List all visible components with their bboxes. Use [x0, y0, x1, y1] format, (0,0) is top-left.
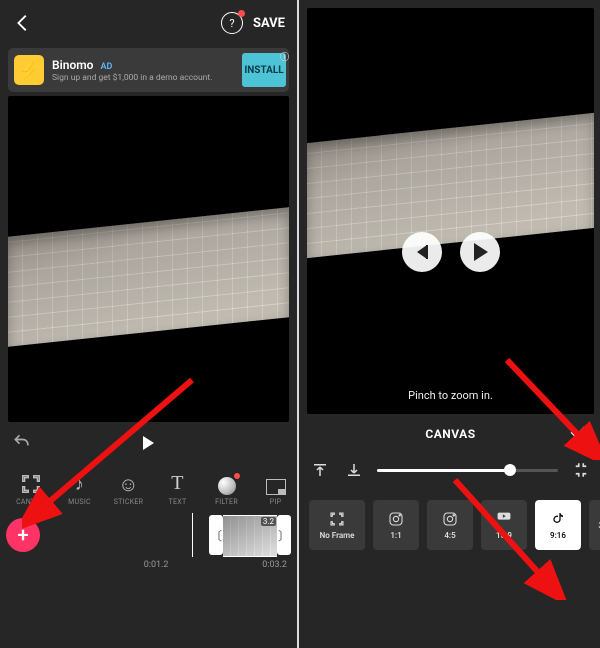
tool-sticker[interactable]: ☺ STICKER — [104, 473, 153, 506]
clip-duration-badge: 3.2 — [261, 517, 276, 526]
add-clip-button[interactable]: + — [6, 518, 40, 552]
save-button[interactable]: SAVE — [253, 16, 285, 31]
instagram-icon — [441, 510, 459, 528]
playback-row — [0, 428, 297, 458]
music-note-icon: ♪ — [69, 473, 91, 495]
previous-button[interactable] — [402, 232, 442, 272]
ad-tag: AD — [100, 62, 112, 72]
help-icon[interactable]: ? — [221, 12, 243, 34]
ratio-1-1[interactable]: 1:1 — [373, 500, 419, 550]
time-current: 0:01.2 — [144, 560, 169, 576]
tool-row: CANVAS ♪ MUSIC ☺ STICKER T TEXT FILTER P… — [0, 458, 297, 506]
tool-label: FILTER — [215, 498, 238, 506]
ratio-label: 1:1 — [390, 531, 401, 540]
tool-text[interactable]: T TEXT — [153, 472, 202, 506]
smiley-icon: ☺ — [118, 473, 140, 495]
play-icon — [474, 243, 488, 261]
aspect-ratio-row: No Frame 1:1 4:5 16:9 — [299, 496, 600, 554]
ad-banner[interactable]: ⚡ Binomo AD Sign up and get $1,000 in a … — [8, 48, 289, 92]
tool-label: MUSIC — [68, 498, 91, 506]
align-top-icon[interactable] — [309, 459, 331, 481]
tool-label: CANVAS — [16, 498, 45, 506]
ad-text: Binomo AD Sign up and get $1,000 in a de… — [52, 58, 234, 83]
ratio-label: 4:5 — [444, 531, 455, 540]
ratio-4-5[interactable]: 4:5 — [427, 500, 473, 550]
tool-label: STICKER — [114, 498, 144, 506]
tiktok-icon — [549, 510, 567, 528]
zoom-slider[interactable] — [377, 460, 558, 480]
align-bottom-icon[interactable] — [343, 459, 365, 481]
youtube-icon — [495, 510, 513, 528]
canvas-pane-right: Pinch to zoom in. CANVAS — [299, 0, 600, 648]
ratio-16-9[interactable]: 16:9 — [481, 500, 527, 550]
ratio-label: 9:16 — [550, 531, 566, 540]
playhead[interactable] — [192, 513, 193, 557]
notification-dot-icon — [238, 10, 245, 17]
left-header: ? SAVE — [0, 0, 297, 46]
video-preview-left[interactable] — [8, 96, 289, 422]
time-total: 0:03.2 — [262, 560, 287, 576]
ratio-3-4[interactable]: 3:4 — [589, 500, 600, 550]
canvas-header: CANVAS — [299, 414, 600, 454]
instagram-icon — [387, 510, 405, 528]
clip-thumbnail[interactable]: 3.2 — [223, 515, 277, 557]
canvas-title: CANVAS — [425, 427, 475, 441]
exit-fullscreen-icon[interactable] — [570, 459, 592, 481]
pinch-hint: Pinch to zoom in. — [408, 389, 493, 402]
editor-pane-left: ? SAVE ⚡ Binomo AD Sign up and get $1,00… — [0, 0, 299, 648]
previous-icon — [417, 245, 427, 259]
ratio-noframe[interactable]: No Frame — [309, 500, 365, 550]
noframe-icon — [328, 510, 346, 528]
back-arrow-icon[interactable] — [12, 12, 34, 34]
video-frame-placeholder — [8, 207, 289, 347]
clip-handle-left-icon[interactable]: 〔 — [209, 515, 223, 555]
text-t-icon: T — [171, 472, 184, 495]
timeline-row: + 〔 3.2 〕 — [0, 512, 297, 558]
filter-orb-icon — [218, 477, 236, 495]
tool-pip[interactable]: PIP — [251, 479, 297, 506]
ratio-label: No Frame — [320, 531, 355, 540]
ad-install-button[interactable]: INSTALL — [242, 53, 286, 87]
play-button[interactable] — [460, 232, 500, 272]
clip-handle-right-icon[interactable]: 〕 — [277, 515, 291, 555]
ad-subtitle: Sign up and get $1,000 in a demo account… — [52, 73, 234, 83]
ad-title: Binomo — [52, 58, 93, 72]
tool-label: PIP — [270, 498, 282, 506]
tool-label: TEXT — [169, 498, 187, 506]
ratio-label: 16:9 — [496, 531, 512, 540]
pip-icon — [266, 479, 286, 495]
time-row: 0:01.2 0:03.2 — [0, 558, 297, 576]
play-icon[interactable] — [143, 436, 154, 450]
confirm-check-icon[interactable] — [568, 422, 588, 442]
video-preview-right[interactable]: Pinch to zoom in. — [307, 8, 594, 414]
tool-canvas[interactable]: CANVAS — [6, 473, 55, 506]
zoom-slider-row — [299, 454, 600, 486]
ad-app-icon: ⚡ — [14, 55, 44, 85]
ratio-9-16-selected[interactable]: 9:16 — [535, 500, 581, 550]
tool-music[interactable]: ♪ MUSIC — [55, 473, 104, 506]
undo-icon[interactable] — [12, 432, 34, 454]
tool-filter[interactable]: FILTER — [202, 477, 251, 506]
